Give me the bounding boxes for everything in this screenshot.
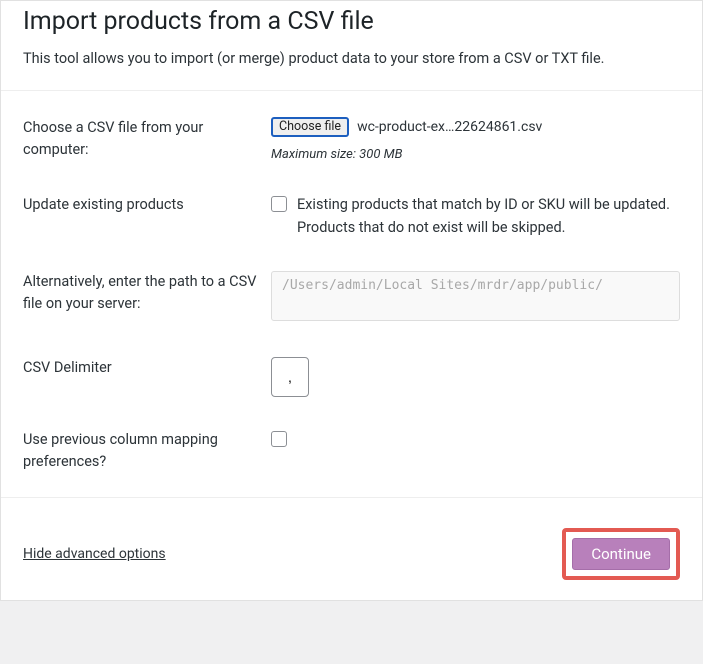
server-path-row: Alternatively, enter the path to a CSV f… — [23, 255, 680, 341]
update-existing-label: Update existing products — [23, 194, 271, 216]
update-existing-checkbox[interactable] — [271, 196, 287, 212]
update-existing-row: Update existing products Existing produc… — [23, 178, 680, 255]
chosen-file-name: wc-product-ex…22624861.csv — [357, 119, 542, 135]
server-path-label: Alternatively, enter the path to a CSV f… — [23, 271, 271, 315]
delimiter-input[interactable] — [271, 357, 309, 397]
previous-mapping-label: Use previous column mapping preferences? — [23, 429, 271, 473]
continue-highlight: Continue — [562, 528, 680, 580]
card-body: Choose a CSV file from your computer: Ch… — [1, 90, 702, 496]
previous-mapping-checkbox[interactable] — [271, 431, 287, 447]
page-title: Import products from a CSV file — [23, 7, 680, 36]
choose-file-label: Choose a CSV file from your computer: — [23, 117, 271, 161]
choose-file-button[interactable]: Choose file — [271, 117, 349, 137]
choose-file-row: Choose a CSV file from your computer: Ch… — [23, 101, 680, 178]
max-size-hint: Maximum size: 300 MB — [271, 147, 680, 162]
continue-button[interactable]: Continue — [572, 538, 670, 570]
card-header: Import products from a CSV file This too… — [1, 1, 702, 90]
update-existing-description: Existing products that match by ID or SK… — [297, 194, 680, 239]
hide-advanced-link[interactable]: Hide advanced options — [23, 546, 166, 562]
card-footer: Hide advanced options Continue — [1, 497, 702, 600]
delimiter-row: CSV Delimiter — [23, 341, 680, 413]
previous-mapping-row: Use previous column mapping preferences? — [23, 413, 680, 489]
page-subtitle: This tool allows you to import (or merge… — [23, 48, 680, 70]
import-card: Import products from a CSV file This too… — [0, 0, 703, 601]
server-path-input[interactable] — [271, 271, 680, 321]
delimiter-label: CSV Delimiter — [23, 357, 271, 379]
